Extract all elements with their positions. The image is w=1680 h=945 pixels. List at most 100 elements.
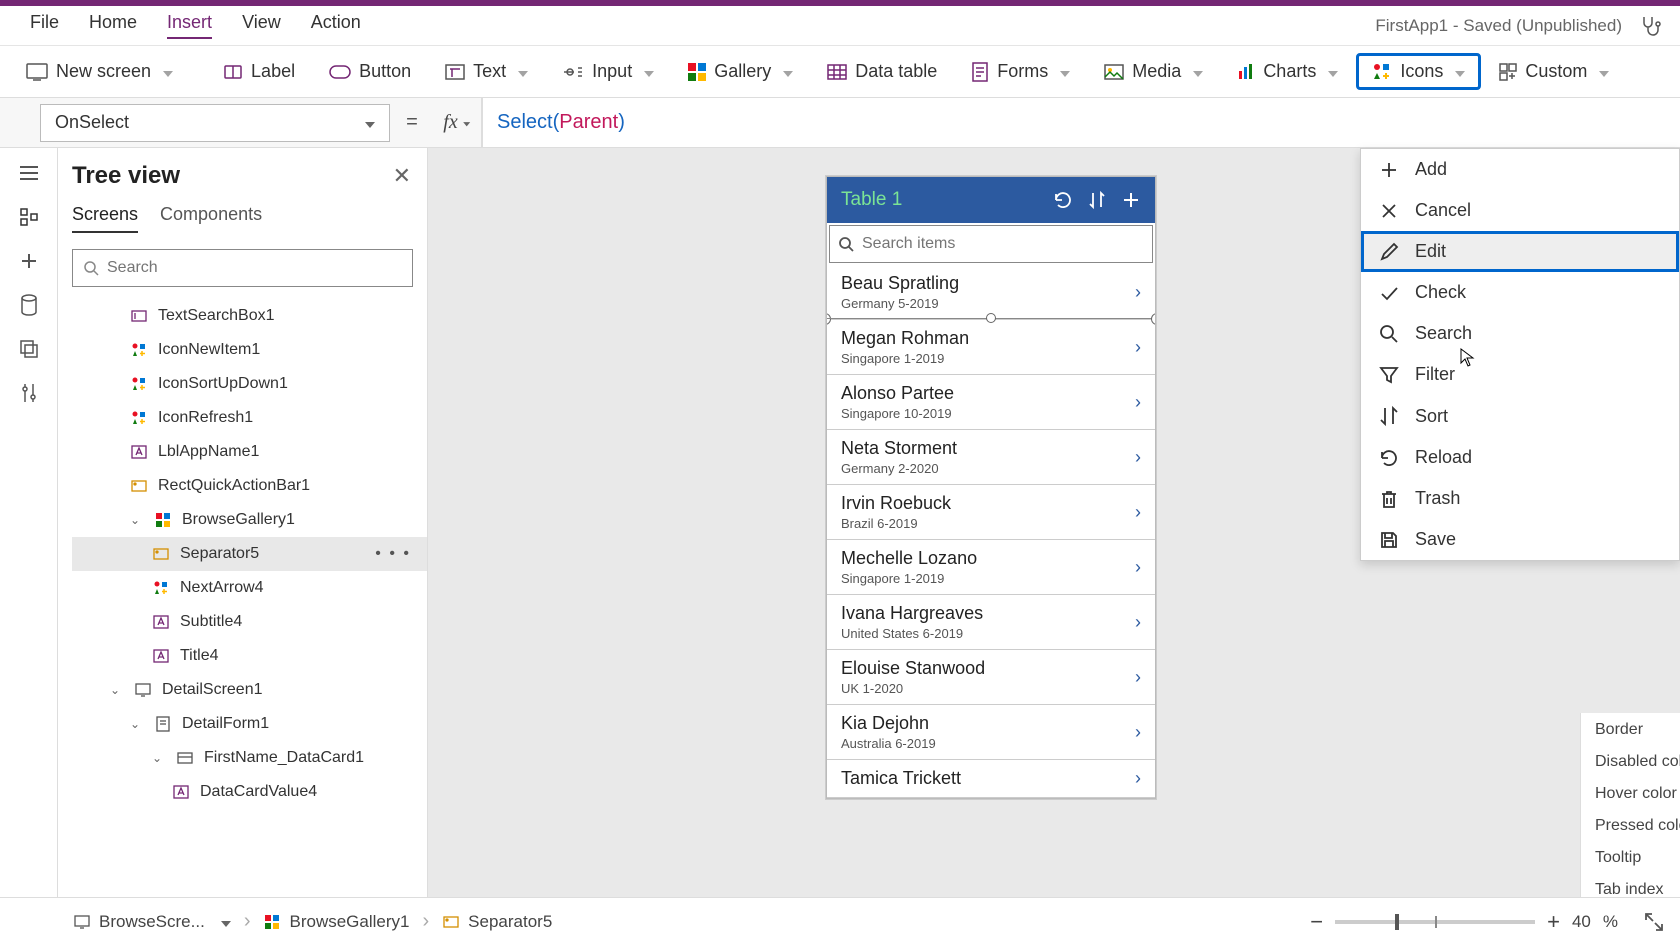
tree-item-browsegallery1[interactable]: ⌄BrowseGallery1 [72,503,427,537]
chevron-right-icon[interactable]: › [1135,612,1141,633]
breadcrumb-2[interactable]: Separator5 [429,907,565,937]
chevron-right-icon[interactable]: › [1135,447,1141,468]
app-search[interactable] [829,225,1153,263]
tree-search[interactable] [72,249,413,287]
icon-menu-cancel[interactable]: Cancel [1361,190,1679,231]
text-dropdown[interactable]: Text [431,55,542,88]
tree-item-subtitle4[interactable]: Subtitle4 [72,605,427,639]
close-icon[interactable]: ✕ [393,163,411,189]
gallery-row[interactable]: Irvin RoebuckBrazil 6-2019› [827,485,1155,540]
label-button[interactable]: Label [209,55,309,88]
tree-item-rectquickactionbar1[interactable]: RectQuickActionBar1 [72,469,427,503]
zoom-slider[interactable] [1335,920,1535,924]
chevron-right-icon[interactable]: › [1135,667,1141,688]
tree-item-detailscreen1[interactable]: ⌄DetailScreen1 [72,673,427,707]
tree-search-input[interactable] [107,259,402,277]
zoom-in-button[interactable]: + [1547,909,1560,935]
gallery-row[interactable]: Alonso ParteeSingapore 10-2019› [827,375,1155,430]
formula-input[interactable]: Select(Parent) [482,98,1680,147]
button-button[interactable]: Button [315,55,425,88]
tree-item-title4[interactable]: Title4 [72,639,427,673]
chevron-right-icon[interactable]: › [1135,768,1141,789]
charts-dropdown[interactable]: Charts [1223,55,1352,88]
chevron-right-icon[interactable]: › [1135,557,1141,578]
gallery-row[interactable]: Mechelle LozanoSingapore 1-2019› [827,540,1155,595]
more-icon[interactable]: • • • [375,545,419,563]
chevron-right-icon[interactable]: › [1135,502,1141,523]
icon-menu-edit[interactable]: Edit [1361,231,1679,272]
icon-menu-search[interactable]: Search [1361,313,1679,354]
gallery-row[interactable]: Elouise StanwoodUK 1-2020› [827,650,1155,705]
forms-dropdown[interactable]: Forms [957,55,1084,88]
chevron-down-icon[interactable]: ⌄ [130,717,144,731]
icon-menu-trash[interactable]: Trash [1361,478,1679,519]
gallery-row[interactable]: Tamica Trickett› [827,760,1155,798]
tree-item-separator5[interactable]: Separator5• • • [72,537,427,571]
property-tab-index[interactable]: Tab index [1595,881,1680,897]
input-dropdown[interactable]: Input [548,55,668,88]
app-search-input[interactable] [862,235,1144,253]
gallery-dropdown[interactable]: Gallery [674,55,807,88]
advanced-icon[interactable] [16,380,42,406]
icon-menu-check[interactable]: Check [1361,272,1679,313]
icon-menu-filter[interactable]: Filter [1361,354,1679,395]
property-hover-color[interactable]: Hover color [1595,785,1680,803]
sort-icon[interactable] [1087,190,1107,210]
tree-item-detailform1[interactable]: ⌄DetailForm1 [72,707,427,741]
menu-file[interactable]: File [30,12,59,39]
media-dropdown[interactable]: Media [1090,55,1217,88]
icon-menu-add[interactable]: Add [1361,149,1679,190]
gallery-row[interactable]: Neta StormentGermany 2-2020› [827,430,1155,485]
tree-item-nextarrow4[interactable]: NextArrow4 [72,571,427,605]
datatable-button[interactable]: Data table [813,55,951,88]
icon-menu-save[interactable]: Save [1361,519,1679,560]
icons-dropdown[interactable]: Icons [1358,55,1479,88]
custom-dropdown[interactable]: Custom [1485,55,1623,88]
chevron-right-icon[interactable]: › [1135,282,1141,303]
property-selector[interactable]: OnSelect [40,104,390,142]
tree-item-iconrefresh1[interactable]: IconRefresh1 [72,401,427,435]
gallery-row[interactable]: Megan RohmanSingapore 1-2019› [827,320,1155,375]
breadcrumb-0[interactable]: BrowseScre... [60,907,244,937]
property-border[interactable]: Border [1595,721,1680,739]
tree-item-textsearchbox1[interactable]: TextSearchBox1 [72,299,427,333]
tree-item-lblappname1[interactable]: LblAppName1 [72,435,427,469]
chevron-right-icon[interactable]: › [1135,392,1141,413]
new-screen-button[interactable]: New screen [12,55,187,88]
breadcrumb-1[interactable]: BrowseGallery1 [250,907,422,937]
media-rail-icon[interactable] [16,336,42,362]
chevron-right-icon[interactable]: › [1135,337,1141,358]
chevron-down-icon[interactable]: ⌄ [110,683,124,697]
tree-item-firstname_datacard1[interactable]: ⌄FirstName_DataCard1 [72,741,427,775]
hamburger-icon[interactable] [16,160,42,186]
zoom-out-button[interactable]: − [1310,909,1323,935]
tree-view-icon[interactable] [16,204,42,230]
tab-screens[interactable]: Screens [72,204,138,233]
gallery-row[interactable]: Beau SpratlingGermany 5-2019› [827,265,1155,320]
fx-button[interactable]: fx [434,98,482,147]
tree-item-iconnewitem1[interactable]: IconNewItem1 [72,333,427,367]
add-icon[interactable] [16,248,42,274]
chevron-down-icon[interactable]: ⌄ [130,513,144,527]
tree-item-datacardvalue4[interactable]: DataCardValue4 [72,775,427,809]
data-icon[interactable] [16,292,42,318]
refresh-icon[interactable] [1053,190,1073,210]
menu-insert[interactable]: Insert [167,12,212,39]
gallery-row[interactable]: Ivana HargreavesUnited States 6-2019› [827,595,1155,650]
menu-action[interactable]: Action [311,12,361,39]
tree-item-iconsortupdown1[interactable]: IconSortUpDown1 [72,367,427,401]
property-pressed-color[interactable]: Pressed color [1595,817,1680,835]
add-icon[interactable] [1121,191,1141,209]
chevron-down-icon[interactable]: ⌄ [152,751,166,765]
fullscreen-icon[interactable] [1644,912,1664,932]
icon-menu-sort[interactable]: Sort [1361,395,1679,437]
property-tooltip[interactable]: Tooltip [1595,849,1680,867]
menu-home[interactable]: Home [89,12,137,39]
tab-components[interactable]: Components [160,204,262,233]
property-disabled-color[interactable]: Disabled color [1595,753,1680,771]
chevron-right-icon[interactable]: › [1135,722,1141,743]
gallery-row[interactable]: Kia DejohnAustralia 6-2019› [827,705,1155,760]
stethoscope-icon[interactable] [1638,14,1662,38]
menu-view[interactable]: View [242,12,281,39]
icon-menu-reload[interactable]: Reload [1361,437,1679,478]
